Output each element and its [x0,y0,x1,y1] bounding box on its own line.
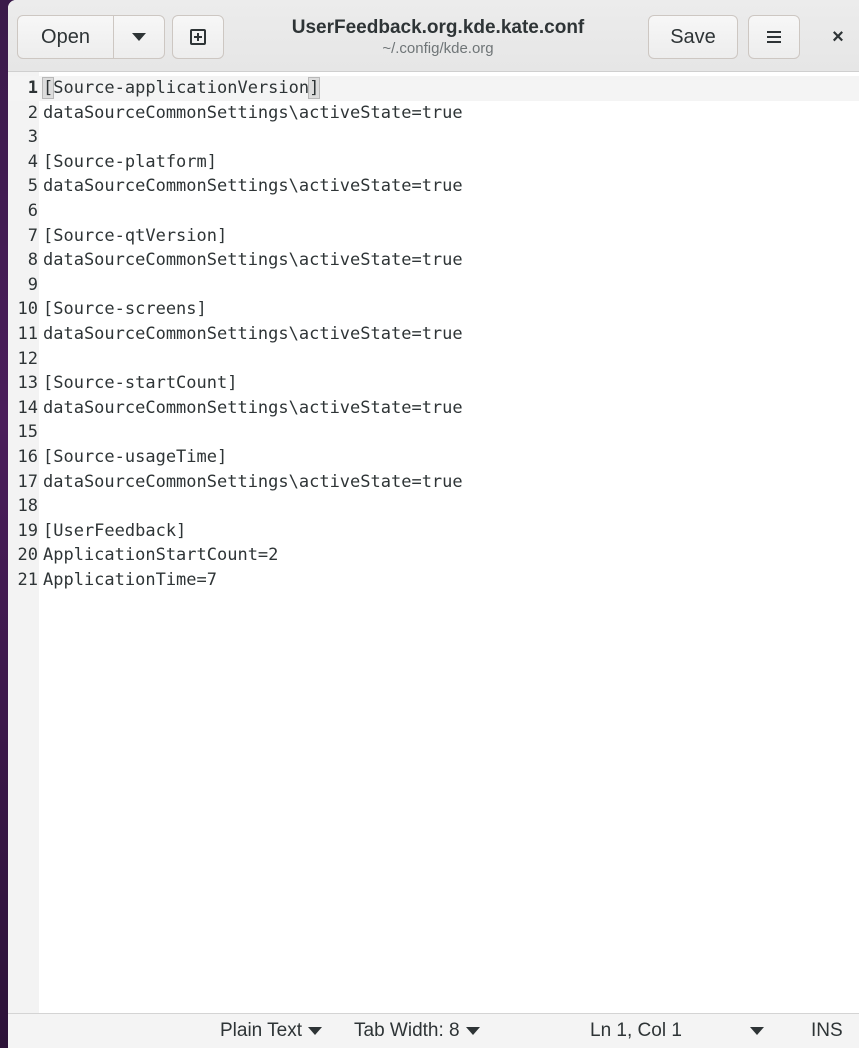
text-line[interactable]: 5 dataSourceCommonSettings\activeState=tr… [8,174,859,199]
line-number: 7 [27,225,38,246]
line-text: dataSourceCommonSettings\activeState=tru… [43,471,463,492]
text-line[interactable]: 19 [UserFeedback] [8,519,859,544]
close-icon: × [832,25,844,48]
new-document-icon [190,29,206,45]
open-button-label: Open [41,25,90,48]
text-line[interactable]: 13 [Source-startCount] [8,371,859,396]
line-number: 12 [17,348,38,369]
text-line[interactable]: 1 [Source-applicationVersion] [8,76,859,101]
line-number: 4 [27,151,38,172]
line-text: [Source-platform] [43,151,217,172]
text-line[interactable]: 6 [8,199,859,224]
line-number: 20 [17,545,38,566]
status-bar: Plain Text Tab Width: 8 Ln 1, Col 1 INS [8,1013,859,1048]
line-text: dataSourceCommonSettings\activeState=tru… [43,250,463,271]
hamburger-menu-icon [767,31,781,43]
line-number: 21 [17,569,38,590]
line-number: 17 [17,471,38,492]
text-line[interactable]: 17 dataSourceCommonSettings\activeState=t… [8,470,859,495]
main-menu-button[interactable] [748,15,800,59]
line-number: 14 [17,397,38,418]
language-selector[interactable]: Plain Text [220,1014,323,1048]
text-line[interactable]: 7 [Source-qtVersion] [8,224,859,249]
line-text: dataSourceCommonSettings\activeState=tru… [43,176,463,197]
open-recent-menu-button[interactable] [113,15,165,59]
text-line[interactable]: 8 dataSourceCommonSettings\activeState=tr… [8,248,859,273]
text-line[interactable]: 18 [8,494,859,519]
line-number: 15 [17,422,38,443]
text-editor[interactable]: 1 [Source-applicationVersion] 2 dataSourceC… [8,72,859,1013]
tab-width-selector[interactable]: Tab Width: 8 [354,1014,480,1048]
chevron-down-icon [465,1027,480,1035]
language-label: Plain Text [220,1020,303,1041]
line-number: 2 [27,102,38,123]
line-number: 16 [17,446,38,467]
window-title: UserFeedback.org.kde.kate.conf [291,17,585,38]
chevron-down-icon [308,1027,323,1035]
text-line[interactable]: 9 [8,273,859,298]
chevron-down-icon [750,1027,764,1035]
text-line[interactable]: 3 [8,125,859,150]
text-lines[interactable]: 1 [Source-applicationVersion] 2 dataSourceC… [8,76,859,592]
line-number: 11 [17,323,38,344]
open-button[interactable]: Open [17,15,114,59]
line-text: [Source-screens] [43,299,207,320]
line-number: 19 [17,520,38,541]
line-text: dataSourceCommonSettings\activeState=tru… [43,323,463,344]
new-document-button[interactable] [172,15,224,59]
text-line[interactable]: 15 [8,420,859,445]
close-window-button[interactable]: × [818,15,858,59]
line-number: 6 [27,200,38,221]
text-line[interactable]: 2 dataSourceCommonSettings\activeState=tr… [8,101,859,126]
text-line[interactable]: 12 [8,347,859,372]
line-number: 5 [27,176,38,197]
window-title-block: UserFeedback.org.kde.kate.conf ~/.config… [238,16,638,58]
line-number: 1 [27,78,38,98]
line-text: [Source-qtVersion] [43,225,228,246]
insert-mode-label: INS [811,1020,843,1041]
text-line[interactable]: 20 ApplicationStartCount=2 [8,543,859,568]
header-bar: Open UserFeedback.org.kde.kate.conf ~/.c… [8,0,859,72]
cursor-position-menu-button[interactable] [750,1014,764,1048]
text-line[interactable]: 4 [Source-platform] [8,150,859,175]
line-number: 10 [17,299,38,320]
text-line[interactable]: 16 [Source-usageTime] [8,445,859,470]
cursor-position-label: Ln 1, Col 1 [590,1020,682,1041]
editor-window: Open UserFeedback.org.kde.kate.conf ~/.c… [8,0,859,1048]
text-line[interactable]: 11 dataSourceCommonSettings\activeState=t… [8,322,859,347]
cursor-position[interactable]: Ln 1, Col 1 [590,1014,682,1048]
line-text: [UserFeedback] [43,520,187,541]
line-text: [Source-applicationVersion] [41,77,321,99]
line-number: 9 [27,274,38,295]
tab-width-label: Tab Width: 8 [354,1020,460,1041]
line-text: dataSourceCommonSettings\activeState=tru… [43,397,463,418]
line-text: [Source-startCount] [43,373,238,394]
text-line[interactable]: 21 ApplicationTime=7 [8,568,859,593]
text-line[interactable]: 14 dataSourceCommonSettings\activeState=t… [8,396,859,421]
line-text: dataSourceCommonSettings\activeState=tru… [43,102,463,123]
line-number: 18 [17,496,38,517]
line-text: [Source-usageTime] [43,446,228,467]
line-number: 13 [17,373,38,394]
insert-mode-indicator[interactable]: INS [811,1014,843,1048]
save-button[interactable]: Save [648,15,738,59]
line-number: 3 [27,127,38,148]
line-number: 8 [27,250,38,271]
text-line[interactable]: 10 [Source-screens] [8,297,859,322]
window-subtitle: ~/.config/kde.org [382,40,494,57]
line-text: ApplicationTime=7 [43,569,217,590]
line-text: ApplicationStartCount=2 [43,545,279,566]
chevron-down-icon [132,33,146,41]
save-button-label: Save [670,25,716,48]
